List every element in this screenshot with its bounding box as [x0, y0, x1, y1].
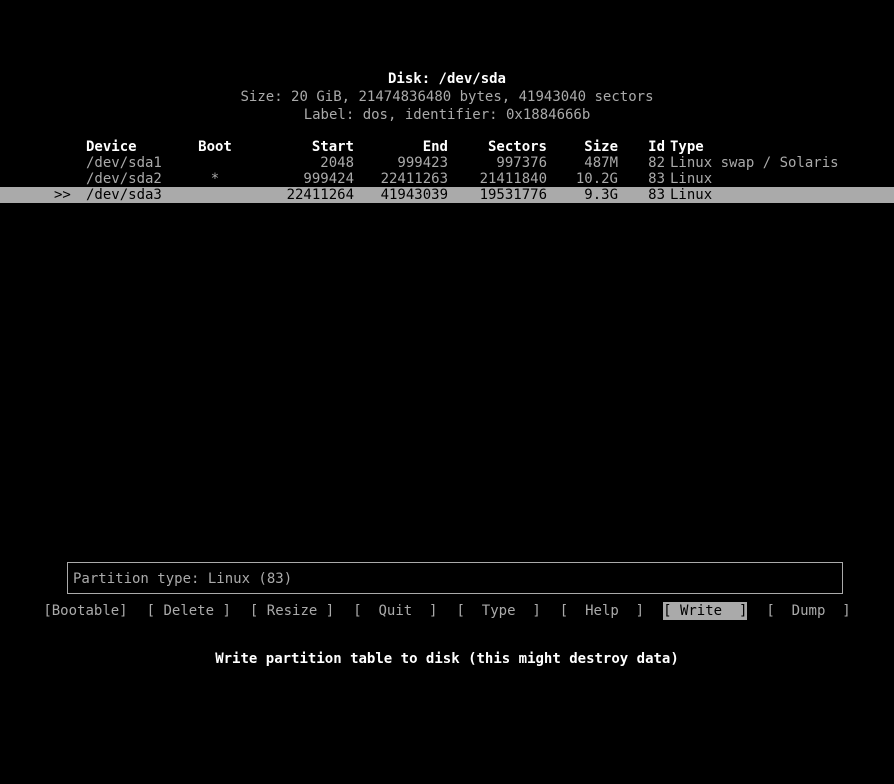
- column-header-start: Start: [311, 139, 354, 155]
- column-header-marker: [54, 139, 84, 155]
- menu-button-write[interactable]: [ Write ]: [663, 602, 748, 620]
- row-start: 999424: [303, 171, 354, 187]
- row-selection-marker: [54, 155, 84, 171]
- row-boot-flag: *: [210, 171, 220, 187]
- row-start: 2048: [320, 155, 354, 171]
- table-row[interactable]: /dev/sda1 2048 999423 997376 487M 82 Lin…: [0, 155, 894, 171]
- row-end: 22411263: [380, 171, 448, 187]
- menu-button-help[interactable]: [ Help ]: [560, 602, 644, 620]
- row-selection-marker: [54, 171, 84, 187]
- column-header-boot: Boot: [198, 139, 232, 155]
- row-size: 487M: [584, 155, 618, 171]
- row-id: 82: [648, 155, 665, 171]
- partition-type-box: Partition type: Linux (83): [67, 562, 843, 594]
- row-boot-flag: [191, 187, 239, 203]
- row-type: Linux: [670, 171, 713, 187]
- row-type: Linux swap / Solaris: [670, 155, 839, 171]
- menu-button-delete[interactable]: [ Delete ]: [147, 602, 231, 620]
- row-sectors: 21411840: [479, 171, 547, 187]
- column-header-device: Device: [86, 139, 137, 155]
- row-start: 22411264: [286, 187, 354, 203]
- disk-header: Disk: /dev/sda Size: 20 GiB, 21474836480…: [0, 70, 894, 124]
- partition-type-text: Partition type: Linux (83): [73, 571, 293, 587]
- row-end: 41943039: [380, 187, 448, 203]
- table-row[interactable]: /dev/sda2 * 999424 22411263 21411840 10.…: [0, 171, 894, 187]
- row-id: 83: [648, 171, 665, 187]
- row-size: 10.2G: [575, 171, 618, 187]
- menu-button-type[interactable]: [ Type ]: [457, 602, 541, 620]
- column-header-id: Id: [648, 139, 665, 155]
- disk-title: Disk: /dev/sda: [387, 71, 506, 87]
- column-header-end: End: [422, 139, 448, 155]
- row-id: 83: [648, 187, 665, 203]
- disk-size-line: Size: 20 GiB, 21474836480 bytes, 4194304…: [240, 89, 654, 105]
- menu-button-dump[interactable]: [ Dump ]: [766, 602, 850, 620]
- row-device: /dev/sda2: [86, 171, 162, 187]
- menu-button-resize[interactable]: [ Resize ]: [250, 602, 334, 620]
- row-sectors: 997376: [496, 155, 547, 171]
- menu-button-bootable[interactable]: [Bootable]: [43, 602, 127, 620]
- menu-bar: [Bootable] [ Delete ] [ Resize ] [ Quit ] [ …: [0, 602, 894, 620]
- partition-table: Device Boot Start End Sectors Size Id Ty…: [0, 139, 894, 203]
- row-end: 999423: [397, 155, 448, 171]
- menu-hint-text: Write partition table to disk (this migh…: [215, 651, 679, 667]
- column-header-sectors: Sectors: [487, 139, 547, 155]
- row-size: 9.3G: [584, 187, 618, 203]
- menu-button-quit[interactable]: [ Quit ]: [353, 602, 437, 620]
- row-device: /dev/sda3: [86, 187, 162, 203]
- disk-label-line: Label: dos, identifier: 0x1884666b: [303, 107, 591, 123]
- row-boot-flag: [191, 155, 239, 171]
- column-header-type: Type: [670, 139, 704, 155]
- column-header-size: Size: [584, 139, 618, 155]
- row-sectors: 19531776: [479, 187, 547, 203]
- cfdisk-screen: Disk: /dev/sda Size: 20 GiB, 21474836480…: [0, 0, 894, 784]
- table-row-selected[interactable]: >> /dev/sda3 22411264 41943039 19531776 …: [0, 187, 894, 203]
- table-header-row: Device Boot Start End Sectors Size Id Ty…: [0, 139, 894, 155]
- row-selection-marker: >>: [54, 187, 71, 203]
- row-type: Linux: [670, 187, 713, 203]
- row-device: /dev/sda1: [86, 155, 162, 171]
